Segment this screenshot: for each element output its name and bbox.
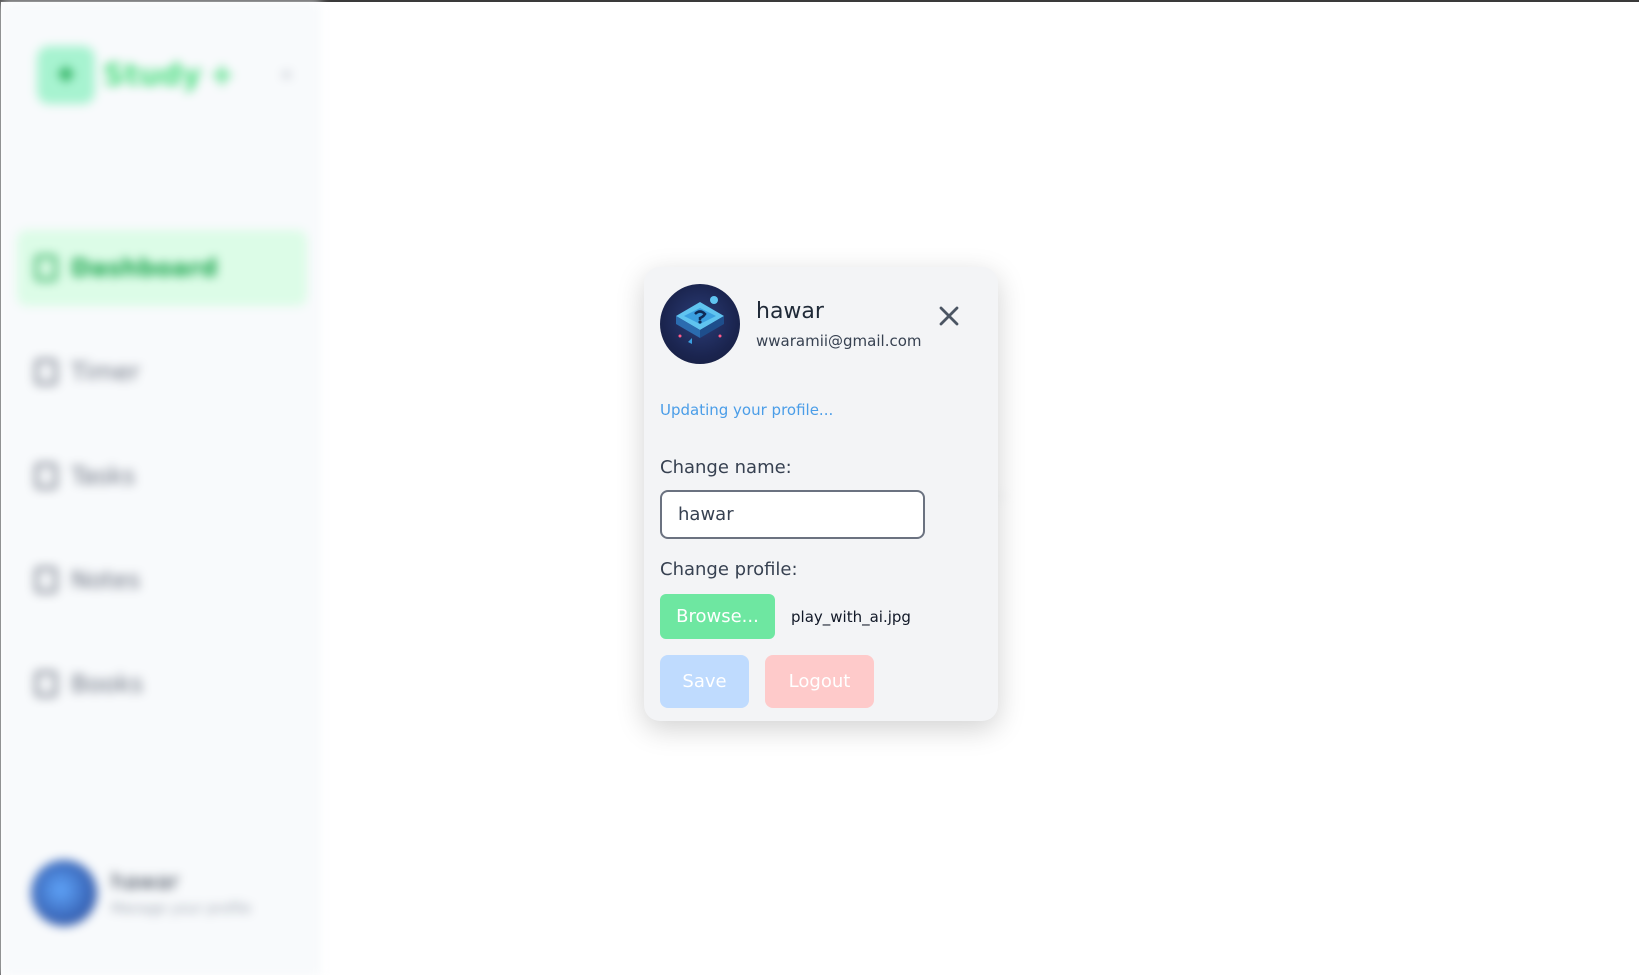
- change-profile-label: Change profile:: [660, 559, 798, 580]
- sidebar-nav: Dashboard Timer Tasks Notes Books: [17, 230, 307, 750]
- close-icon[interactable]: [936, 303, 962, 329]
- profile-identity: hawar wwaramii@gmail.com: [756, 299, 922, 350]
- sidebar: ✦ Study + « Dashboard Timer Tasks Notes: [1, 2, 321, 975]
- selected-file-name: play_with_ai.jpg: [791, 607, 911, 626]
- sidebar-item-books: Books: [17, 646, 307, 722]
- file-picker: Browse... play_with_ai.jpg: [660, 594, 982, 639]
- sidebar-user-subtitle: Manage your profile: [111, 900, 252, 917]
- save-button[interactable]: Save: [660, 655, 749, 708]
- sidebar-item-timer: Timer: [17, 334, 307, 410]
- sidebar-item-notes: Notes: [17, 542, 307, 618]
- sidebar-item-tasks: Tasks: [17, 438, 307, 514]
- status-message: Updating your profile...: [660, 401, 834, 419]
- tasks-icon: [35, 463, 57, 489]
- ai-chip-icon: [676, 296, 724, 344]
- browse-button[interactable]: Browse...: [660, 594, 775, 639]
- sidebar-user-card: hawar Manage your profile: [31, 860, 251, 926]
- sidebar-item-label: Notes: [71, 566, 141, 594]
- brand: ✦ Study +: [37, 46, 234, 104]
- profile-email: wwaramii@gmail.com: [756, 331, 922, 350]
- profile-name: hawar: [756, 298, 824, 324]
- sidebar-item-label: Timer: [71, 358, 140, 386]
- sidebar-user-name: hawar: [111, 869, 179, 895]
- profile-header: hawar wwaramii@gmail.com: [660, 283, 982, 365]
- dashboard-icon: [35, 255, 57, 281]
- sidebar-item-label: Tasks: [71, 462, 136, 490]
- brand-logo-icon: ✦: [37, 46, 95, 104]
- profile-modal: hawar wwaramii@gmail.com Updating your p…: [644, 267, 998, 721]
- sidebar-item-label: Books: [71, 670, 144, 698]
- notes-icon: [35, 567, 57, 593]
- sidebar-item-label: Dashboard: [71, 254, 218, 282]
- avatar: [31, 860, 97, 926]
- action-buttons: Save Logout: [660, 655, 982, 708]
- name-input[interactable]: [660, 490, 925, 539]
- timer-icon: [35, 359, 57, 385]
- logout-button[interactable]: Logout: [765, 655, 874, 708]
- brand-name: Study: [103, 57, 202, 93]
- collapse-sidebar-icon: «: [281, 64, 293, 85]
- avatar: [660, 284, 740, 364]
- change-name-label: Change name:: [660, 457, 792, 478]
- sidebar-item-dashboard: Dashboard: [17, 230, 307, 306]
- brand-badge: +: [209, 57, 235, 93]
- books-icon: [35, 671, 57, 697]
